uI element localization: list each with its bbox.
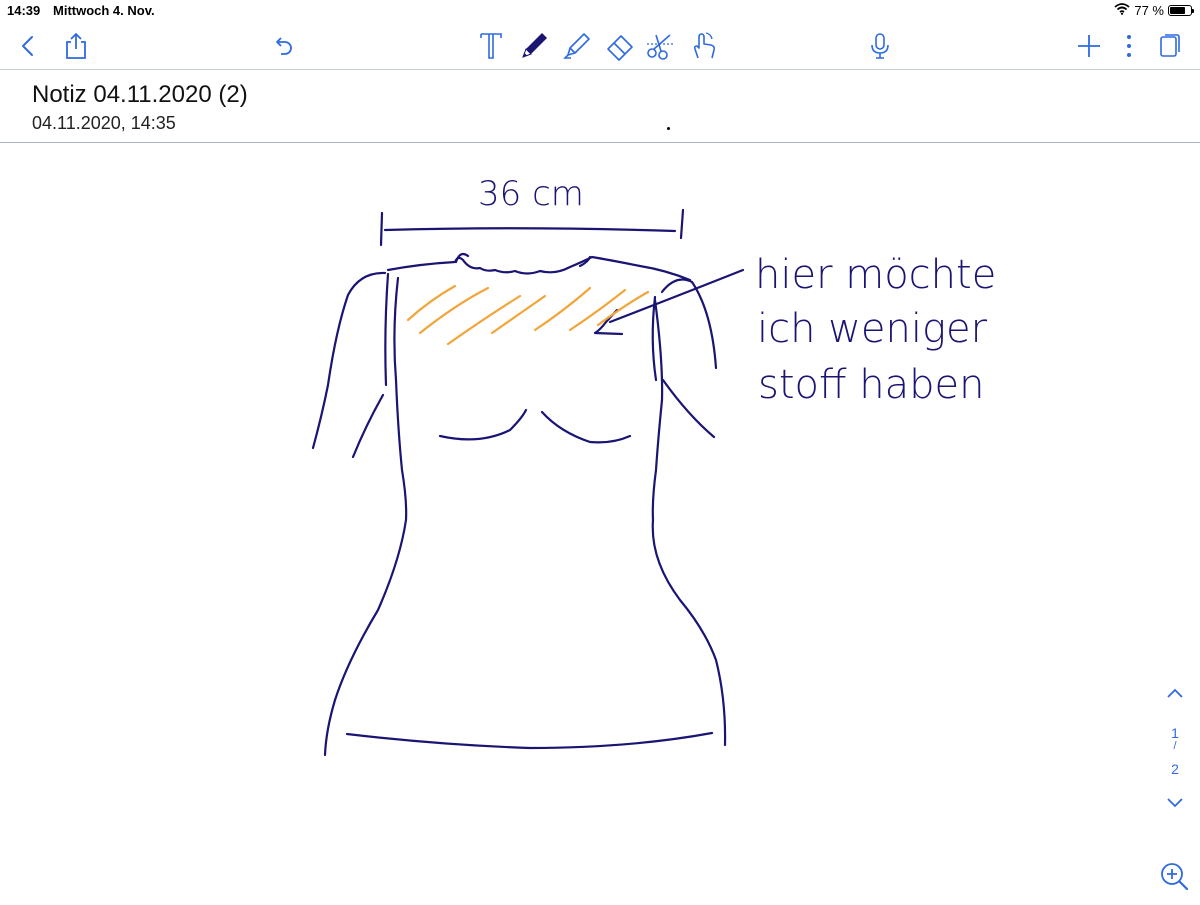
zoom-in-icon[interactable] — [1156, 858, 1192, 894]
chevron-up-icon[interactable] — [1163, 683, 1187, 703]
page-current: 1 — [1171, 725, 1179, 741]
eraser-icon[interactable] — [602, 28, 638, 64]
status-bar: 14:39 Mittwoch 4. Nov. 77 % — [0, 0, 1200, 22]
highlighter-icon[interactable] — [559, 28, 595, 64]
more-vertical-icon[interactable] — [1111, 28, 1147, 64]
microphone-icon[interactable] — [862, 28, 898, 64]
highlight-hatching — [406, 284, 650, 346]
drawing-canvas[interactable]: 36 cm hier möchte ich weniger stoff habe… — [0, 143, 1200, 900]
sketch-drawing: 36 cm hier möchte ich weniger stoff habe… — [311, 174, 996, 757]
battery-percent: 77 % — [1134, 3, 1164, 18]
status-time: 14:39 — [7, 3, 41, 18]
arrow-head — [593, 308, 624, 336]
hand-touch-icon[interactable] — [686, 28, 722, 64]
annotation-line-1: hier möchte — [755, 252, 996, 298]
right-body-side — [651, 298, 727, 747]
chevron-down-icon[interactable] — [1163, 793, 1187, 813]
back-chevron-icon[interactable] — [10, 28, 46, 64]
stray-ink-dot — [667, 127, 670, 130]
undo-icon[interactable] — [266, 28, 302, 64]
toolbar — [0, 22, 1200, 70]
battery-icon — [1168, 5, 1194, 16]
left-sleeve — [311, 271, 390, 450]
page-navigator: 1 / 2 — [1155, 683, 1195, 813]
neckline — [386, 255, 692, 282]
page-separator: / — [1173, 740, 1177, 752]
annotation-line-2: ich weniger — [757, 306, 988, 352]
status-date: Mittwoch 4. Nov. — [53, 3, 155, 18]
hem — [345, 731, 714, 750]
measurement-label: 36 cm — [478, 174, 584, 214]
scissors-icon[interactable] — [642, 28, 678, 64]
note-header: Notiz 04.11.2020 (2) 04.11.2020, 14:35 — [0, 70, 1200, 143]
measurement-bracket — [379, 208, 685, 247]
arrow-line — [608, 268, 745, 324]
page-total: 2 — [1171, 761, 1179, 777]
annotation-line-3: stoff haben — [758, 362, 984, 408]
wifi-icon — [1114, 3, 1130, 18]
plus-icon[interactable] — [1071, 28, 1107, 64]
note-timestamp: 04.11.2020, 14:35 — [32, 113, 176, 133]
note-title[interactable]: Notiz 04.11.2020 (2) — [32, 81, 248, 109]
page-icon[interactable] — [1152, 28, 1188, 64]
left-body-side — [323, 276, 408, 757]
pen-icon[interactable] — [516, 28, 552, 64]
text-tool-icon[interactable] — [473, 28, 509, 64]
bust-lines — [438, 408, 632, 444]
share-icon[interactable] — [58, 28, 94, 64]
status-right: 77 % — [1114, 3, 1194, 18]
